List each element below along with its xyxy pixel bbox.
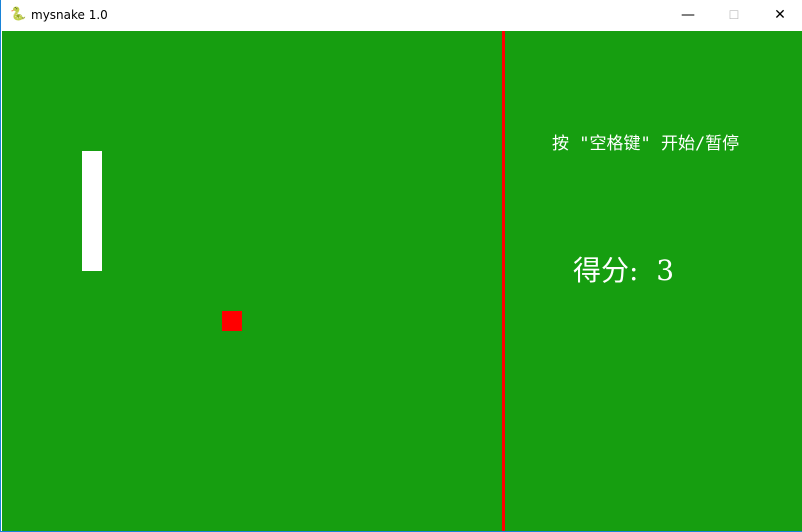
start-pause-hint: 按 "空格键" 开始/暂停	[552, 134, 740, 154]
game-canvas[interactable]: 按 "空格键" 开始/暂停 得分: 3	[2, 31, 802, 531]
window-title: mysnake 1.0	[31, 8, 108, 22]
title-bar[interactable]: 🐍 mysnake 1.0 — ☐ ✕	[1, 0, 802, 31]
score-display: 得分: 3	[573, 249, 674, 289]
close-button[interactable]: ✕	[757, 0, 802, 31]
window: 🐍 mysnake 1.0 — ☐ ✕ 按 "空格键" 开始/暂停 得分: 3	[0, 0, 802, 532]
minimize-button[interactable]: —	[665, 0, 711, 31]
score-value: 3	[656, 254, 675, 287]
score-label: 得分:	[573, 254, 639, 287]
divider-line	[502, 31, 505, 531]
food	[222, 311, 242, 331]
maximize-button[interactable]: ☐	[711, 0, 757, 31]
snake-body	[82, 151, 102, 271]
app-icon: 🐍	[10, 7, 27, 22]
